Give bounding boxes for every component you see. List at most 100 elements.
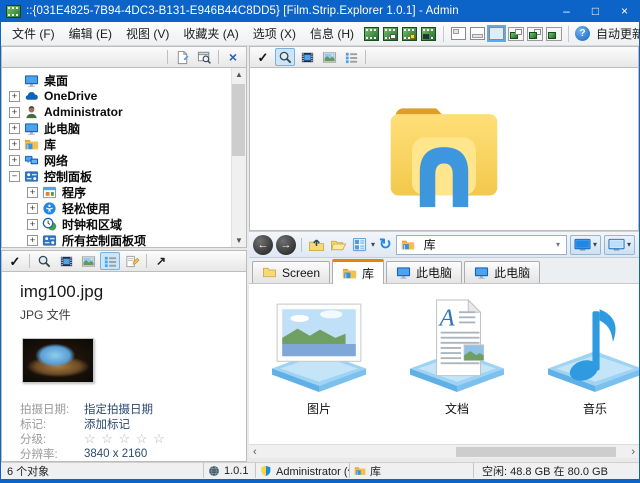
scroll-left-icon[interactable]: ‹ (253, 446, 257, 458)
horizontal-scrollbar[interactable]: ‹ › (249, 444, 639, 458)
tree-item-libraries[interactable]: + 库 (2, 136, 246, 152)
screen-filled-button[interactable]: ▾ (570, 235, 601, 255)
expand-toggle[interactable]: + (9, 123, 20, 134)
library-item-music[interactable]: 音乐 (539, 298, 639, 417)
menu-favorites[interactable]: 收藏夹 (A) (176, 22, 245, 45)
menu-edit[interactable]: 编辑 (E) (62, 22, 119, 45)
details-view-icon[interactable] (341, 48, 361, 66)
search-window-icon[interactable] (194, 48, 214, 66)
thumbnail-view-icon[interactable] (319, 48, 339, 66)
expand-toggle[interactable]: + (9, 91, 20, 102)
status-version: 1.0.1 (203, 463, 255, 478)
tab-screen[interactable]: Screen (252, 261, 330, 283)
address-bar[interactable]: 库 ▾ (396, 235, 567, 255)
filmstrip-tool-3-icon[interactable] (401, 26, 418, 42)
onedrive-cloud-icon (24, 89, 39, 104)
layout-single-icon[interactable] (488, 26, 505, 42)
expand-toggle[interactable]: − (9, 171, 20, 182)
tree-item-ease-of-access[interactable]: + 轻松使用 (2, 200, 246, 216)
svg-text:A: A (438, 305, 456, 332)
auto-update-button[interactable]: 自动更新 (596, 25, 640, 42)
computer-icon (474, 265, 489, 280)
expand-toggle[interactable]: + (27, 203, 38, 214)
menu-info[interactable]: 信息 (H) (303, 22, 361, 45)
status-user: Administrator (便携版) (255, 463, 349, 478)
tree-scrollbar-thumb[interactable] (232, 84, 245, 156)
filmstrip-tool-4-icon[interactable] (420, 26, 437, 42)
menu-view[interactable]: 视图 (V) (119, 22, 176, 45)
scroll-up-icon[interactable]: ▲ (235, 70, 243, 79)
select-check-icon[interactable]: ✓ (5, 252, 25, 270)
filmstrip-tool-1-icon[interactable] (363, 26, 380, 42)
tree-item-network[interactable]: + 网络 (2, 152, 246, 168)
filmstrip-view-icon[interactable] (56, 252, 76, 270)
tree-panel-toolbar: × (1, 46, 247, 68)
expand-toggle[interactable]: + (9, 139, 20, 150)
maximize-button[interactable]: □ (581, 0, 610, 22)
tree-item-this-pc[interactable]: + 此电脑 (2, 120, 246, 136)
address-dropdown-icon[interactable]: ▾ (556, 240, 562, 249)
screen-caret-icon: ▾ (627, 240, 631, 249)
views-caret-icon[interactable]: ▾ (371, 240, 375, 249)
up-one-level-icon[interactable] (307, 235, 326, 255)
open-folder-icon[interactable] (329, 235, 348, 255)
tree-item-onedrive[interactable]: + OneDrive (2, 88, 246, 104)
status-free-space: 空闲: 48.8 GB 在 80.0 GB (473, 463, 639, 478)
new-note-icon[interactable] (172, 48, 192, 66)
tree-item-programs[interactable]: + 程序 (2, 184, 246, 200)
pictures-library-icon (267, 298, 371, 394)
expand-toggle[interactable]: + (9, 155, 20, 166)
address-text[interactable]: 库 (424, 236, 436, 253)
details-view-icon[interactable] (100, 252, 120, 270)
forward-button[interactable]: → (276, 235, 296, 255)
views-grid-icon[interactable] (351, 235, 368, 255)
menu-bar: 文件 (F) 编辑 (E) 视图 (V) 收藏夹 (A) 选项 (X) 信息 (… (1, 22, 639, 46)
expand-toggle[interactable]: + (27, 187, 38, 198)
tree-item-control-panel[interactable]: − 控制面板 (2, 168, 246, 184)
goto-file-icon[interactable]: ↗ (151, 252, 171, 270)
tree-scrollbar[interactable]: ▲ ▼ (231, 68, 246, 247)
tree-item-all-control-panel-items[interactable]: + 所有控制面板项 (2, 232, 246, 248)
horizontal-scrollbar-thumb[interactable] (456, 447, 616, 457)
menu-options[interactable]: 选项 (X) (246, 22, 303, 45)
tab-this-pc-1[interactable]: 此电脑 (386, 261, 462, 283)
filmstrip-tool-2-icon[interactable] (382, 26, 399, 42)
layout-pane-icon[interactable] (450, 26, 467, 42)
tree-item-desktop[interactable]: 桌面 (2, 72, 246, 88)
tab-this-pc-2[interactable]: 此电脑 (464, 261, 540, 283)
library-item-documents[interactable]: A 文档 (401, 298, 513, 417)
layout-split-icon[interactable] (469, 26, 486, 42)
menu-file[interactable]: 文件 (F) (5, 22, 62, 45)
minimize-button[interactable]: – (552, 0, 581, 22)
back-button[interactable]: ← (253, 235, 273, 255)
thumbnail-view-icon[interactable] (78, 252, 98, 270)
expand-toggle[interactable]: + (9, 107, 20, 118)
tab-libraries[interactable]: 库 (332, 259, 384, 284)
tree-item-administrator[interactable]: + Administrator (2, 104, 246, 120)
photo-thumbnail[interactable] (22, 338, 94, 383)
filmstrip-view-icon[interactable] (297, 48, 317, 66)
library-folder-icon (342, 266, 357, 281)
refresh-icon[interactable]: ↻ (378, 235, 393, 255)
expand-toggle[interactable]: + (27, 219, 38, 230)
screen-outline-button[interactable]: ▾ (604, 235, 635, 255)
rating-stars[interactable]: ☆ ☆ ☆ ☆ ☆ (84, 431, 166, 447)
tag-edit-icon[interactable] (122, 252, 142, 270)
library-item-pictures[interactable]: 图片 (263, 298, 375, 417)
control-panel-items-icon (42, 233, 57, 248)
select-check-icon[interactable]: ✓ (253, 48, 273, 66)
film-window-2-icon[interactable] (526, 26, 543, 42)
main-toolbar: ? 自动更新 ▾ (363, 25, 640, 42)
scroll-down-icon[interactable]: ▼ (235, 236, 243, 245)
file-info-panel: img100.jpg JPG 文件 拍摄日期: 指定拍摄日期 标记: 添加标记 … (1, 272, 247, 462)
tree-item-clock-region[interactable]: + 时钟和区域 (2, 216, 246, 232)
close-panel-icon[interactable]: × (223, 48, 243, 66)
film-window-3-icon[interactable] (545, 26, 562, 42)
film-window-1-icon[interactable] (507, 26, 524, 42)
close-button[interactable]: × (610, 0, 639, 22)
expand-toggle[interactable]: + (27, 235, 38, 246)
preview-zoom-icon[interactable] (275, 48, 295, 66)
scroll-right-icon[interactable]: › (631, 446, 635, 458)
preview-zoom-icon[interactable] (34, 252, 54, 270)
help-icon[interactable]: ? (575, 26, 590, 41)
